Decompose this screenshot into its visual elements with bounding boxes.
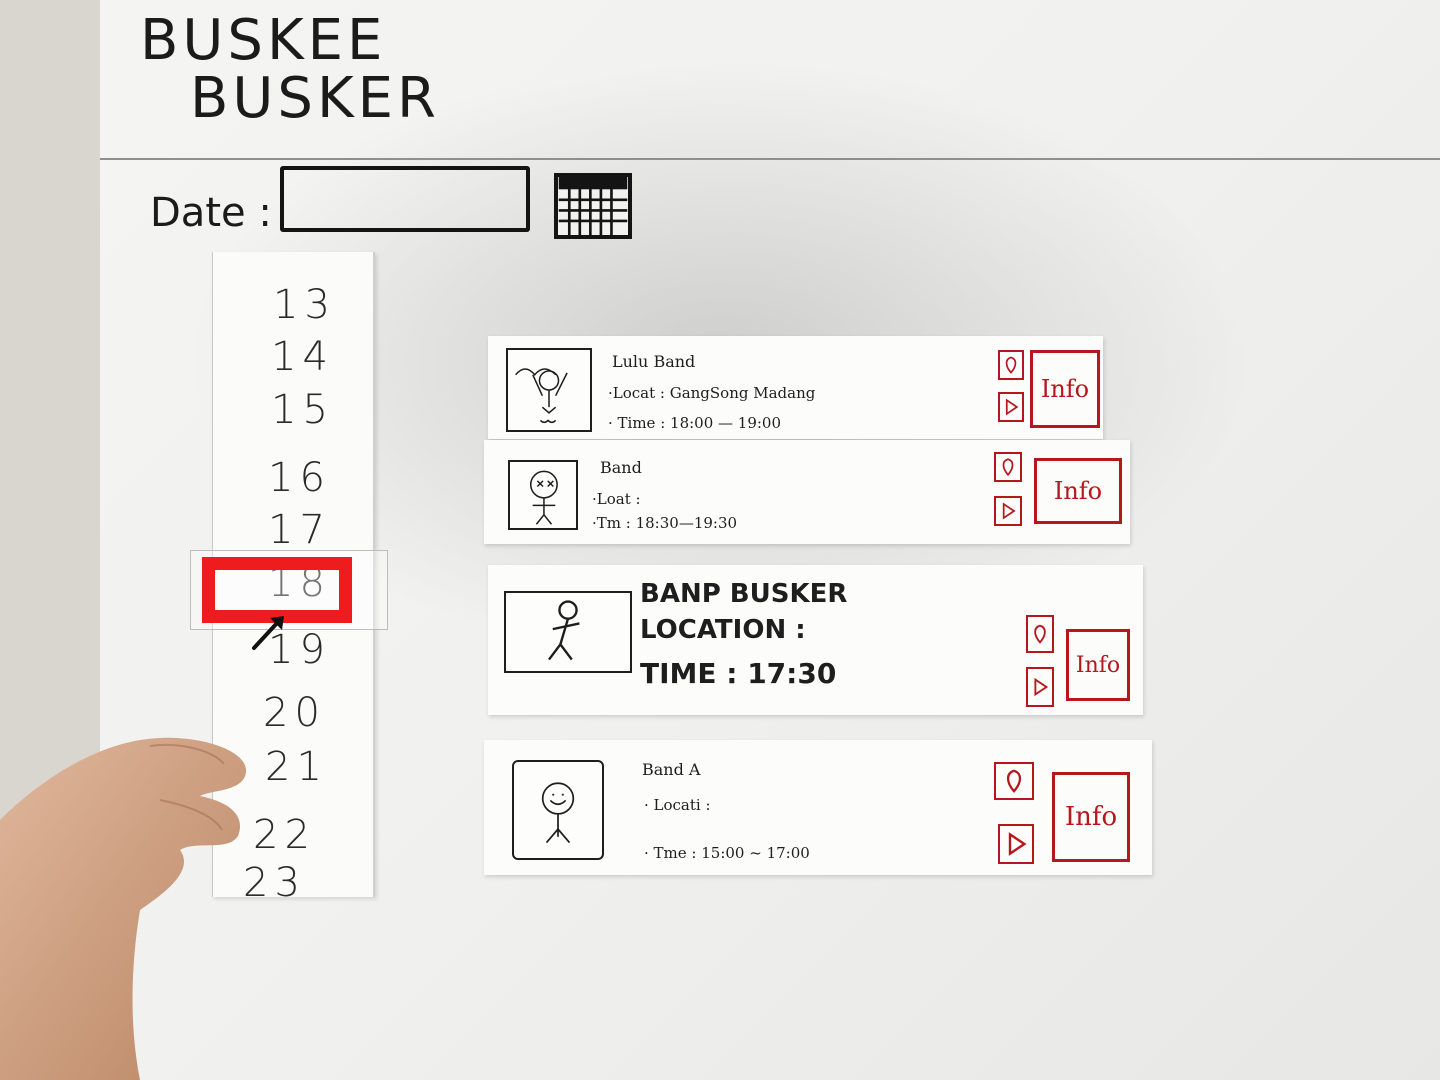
map-button[interactable]	[998, 350, 1024, 380]
busker-location: LOCATION :	[640, 615, 806, 645]
map-pin-icon	[1002, 458, 1014, 477]
band-image-icon	[529, 470, 558, 525]
play-button[interactable]	[994, 496, 1022, 526]
map-button[interactable]	[994, 452, 1022, 482]
busker-thumbnail	[512, 760, 604, 860]
app-title-line1: BUSKEE	[140, 8, 387, 73]
busker-location: ·Locat : GangSong Madang	[608, 384, 816, 402]
play-icon	[1002, 502, 1016, 520]
pointer-arrow-icon	[252, 616, 284, 650]
busker-time: · Tme : 15:00 ~ 17:00	[644, 844, 810, 862]
busker-thumbnail	[504, 591, 632, 673]
map-button[interactable]	[994, 762, 1034, 800]
band-image-icon	[515, 368, 568, 424]
info-button[interactable]: Info	[1034, 458, 1122, 524]
hour-22[interactable]: 22	[253, 812, 316, 858]
busker-thumbnail	[506, 348, 592, 432]
calendar-button[interactable]	[554, 173, 632, 239]
play-button[interactable]	[998, 392, 1024, 422]
map-pin-icon	[1005, 356, 1017, 374]
busker-location: · Locati :	[644, 796, 711, 814]
busker-name: Band	[600, 458, 642, 477]
busker-thumbnail	[508, 460, 578, 530]
info-button[interactable]: Info	[1030, 350, 1100, 428]
header-divider	[100, 158, 1440, 160]
busker-card[interactable]: Lulu Band ·Locat : GangSong Madang · Tim…	[488, 336, 1103, 439]
busker-name: BANP BUSKER	[640, 579, 848, 609]
date-label: Date :	[150, 190, 272, 236]
busker-time: TIME : 17:30	[640, 657, 837, 690]
play-icon	[1034, 677, 1049, 697]
info-button[interactable]: Info	[1066, 629, 1130, 701]
busker-card[interactable]: Band A · Locati : · Tme : 15:00 ~ 17:00 …	[484, 740, 1152, 875]
busker-card[interactable]: BANP BUSKER LOCATION : TIME : 17:30 Info	[488, 565, 1143, 715]
busker-card[interactable]: Band ·Loat : ·Tm : 18:30—19:30 Info	[484, 440, 1130, 544]
info-button[interactable]: Info	[1052, 772, 1130, 862]
hour-20[interactable]: 20	[263, 690, 326, 736]
hour-14[interactable]: 14	[271, 334, 334, 380]
hour-17[interactable]: 17	[268, 507, 331, 553]
play-icon	[1008, 832, 1027, 856]
busker-name: Lulu Band	[612, 352, 696, 371]
map-button[interactable]	[1026, 615, 1054, 653]
play-button[interactable]	[1026, 667, 1054, 707]
hand-illustration	[0, 737, 247, 1080]
play-icon	[1005, 398, 1019, 416]
busker-location: ·Loat :	[592, 490, 641, 508]
calendar-icon	[558, 177, 628, 235]
band-image-icon	[541, 782, 575, 844]
hour-15[interactable]: 15	[271, 387, 334, 433]
hour-21[interactable]: 21	[265, 744, 328, 790]
map-pin-icon	[1006, 769, 1022, 793]
busker-name: Band A	[642, 760, 701, 779]
hour-16[interactable]: 16	[268, 455, 331, 501]
band-image-icon	[548, 600, 580, 661]
app-title: BUSKEE BUSKER	[140, 12, 440, 128]
date-input[interactable]	[280, 166, 530, 232]
map-pin-icon	[1034, 624, 1046, 644]
app-title-line2: BUSKER	[190, 66, 440, 131]
play-button[interactable]	[998, 824, 1034, 864]
busker-time: · Time : 18:00 — 19:00	[608, 414, 782, 432]
hour-13[interactable]: 13	[273, 282, 336, 328]
busker-time: ·Tm : 18:30—19:30	[592, 514, 738, 532]
